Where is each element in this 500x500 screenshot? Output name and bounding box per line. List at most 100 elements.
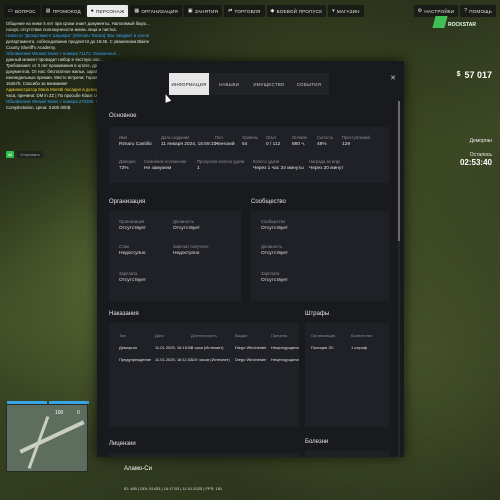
- field-online: Онлайн 880 ч.: [292, 135, 307, 147]
- pass-icon: ◆: [270, 8, 275, 14]
- column-header: Дата: [155, 333, 164, 338]
- table-cell: Diego Winchester: [235, 357, 267, 362]
- table-cell: 11.01.2025, 16:15:54: [155, 345, 193, 350]
- section-diseases-title: Болезни: [305, 439, 329, 445]
- field-crimes: Преступлений 129: [342, 135, 370, 147]
- field-experience: Опыт 0 / 112: [266, 135, 281, 147]
- logo-mark-icon: [432, 16, 448, 28]
- table-cell: Нецензурщина: [271, 345, 299, 350]
- field-level: Уровень 54: [242, 135, 259, 147]
- field-gender: Пол Женский: [215, 135, 235, 147]
- diseases-panel: [305, 451, 389, 457]
- dollar-icon: $: [456, 71, 461, 78]
- map-road: [19, 420, 85, 454]
- modal-content: Основное Имя Rimaru Castillo Дата создани…: [105, 101, 394, 457]
- street-name: Аламо-Си: [124, 466, 152, 472]
- field-org-salary: Зарплата Отсутствует: [119, 271, 146, 283]
- server-logo: ROCKSTAR: [432, 14, 476, 34]
- top-navigation: ▭ ВОПРОС ▤ ПРОМОКОД ● ПЕРСОНАЖ ▦ ОРГАНИЗАЦИЯ…: [4, 4, 496, 18]
- column-header: Причина: [271, 333, 288, 338]
- field-lucky-wheel: Колесо удачи Через 1 час 34 минуты: [253, 159, 304, 171]
- money-display: $ 57 017: [457, 70, 492, 80]
- user-icon: ●: [90, 8, 94, 14]
- field-marital-status: Семейное положение Не замужем: [144, 159, 187, 171]
- chat-input-bar: all Отправить: [6, 151, 43, 158]
- minimap-armor: 0: [77, 410, 80, 416]
- scrollbar-thumb[interactable]: [398, 101, 400, 241]
- table-cell: Деморган: [119, 345, 137, 350]
- map-road: [27, 416, 50, 469]
- column-header: Выдал: [235, 333, 248, 338]
- organization-panel: Организация Отсутствует Должность Отсутств…: [109, 211, 241, 301]
- field-org-position: Должность Отсутствует: [173, 219, 200, 231]
- location-label: Деморган: [469, 138, 492, 144]
- field-name: Имя Rimaru Castillo: [119, 135, 152, 147]
- table-cell: Предупреждение: [119, 357, 152, 362]
- remaining-time: 02:53:40: [459, 158, 492, 167]
- field-salaries-received: Зарплат получено Недоступно: [173, 244, 209, 256]
- punishments-panel: Тип Дата Длительность Выдал Причина Демо…: [109, 323, 299, 427]
- ticket-icon: ▤: [45, 8, 51, 14]
- nav-battle-pass[interactable]: ◆ БОЕВОЙ ПРОПУСК: [266, 5, 327, 17]
- section-licenses-title: Лицензии: [109, 441, 136, 447]
- tab-property[interactable]: ИМУЩЕСТВО: [249, 73, 289, 95]
- field-community: Сообщество Отсутствует: [261, 219, 288, 231]
- column-header: Длительность: [191, 333, 217, 338]
- modal-tabs: ИНФОРМАЦИЯ НАВЫКИ ИМУЩЕСТВО СОБЫТИЯ: [169, 73, 329, 95]
- nav-shop[interactable]: ▾ МАГАЗИН: [328, 5, 364, 17]
- character-modal: ✕ ИНФОРМАЦИЯ НАВЫКИ ИМУЩЕСТВО СОБЫТИЯ Ос…: [97, 61, 404, 457]
- field-wheel-passes: Пропусков колеса удачи 1: [197, 159, 245, 171]
- section-fines-title: Штрафы: [305, 311, 330, 317]
- chat-icon: ▭: [8, 8, 13, 14]
- minimap-health: 100: [55, 410, 64, 416]
- chat-channel-tag[interactable]: all: [6, 151, 15, 158]
- table-cell: 1 штраф: [351, 345, 368, 350]
- chat-input[interactable]: Отправить: [17, 151, 43, 158]
- status-line: ID: 465 | DDI: 51433 | 16:17:53 | 11.01.…: [124, 486, 223, 491]
- table-cell: 11.01.2025, 16:11:02: [155, 357, 193, 362]
- close-icon[interactable]: ✕: [390, 74, 396, 82]
- field-organization: Организация Отсутствует: [119, 219, 146, 231]
- nav-trade[interactable]: ⇄ ТОРГОВЛЯ: [224, 5, 265, 17]
- field-trust: Доверие 73%: [119, 159, 136, 171]
- building-icon: ▦: [134, 8, 140, 14]
- trade-icon: ⇄: [228, 8, 233, 14]
- nav-character[interactable]: ● ПЕРСОНАЖ: [86, 5, 129, 17]
- column-header: Организация: [311, 333, 336, 338]
- community-panel: Сообщество Отсутствует Должность Отсутству…: [251, 211, 389, 301]
- basic-panel: Имя Rimaru Castillo Дата создания 11 январ…: [109, 127, 389, 183]
- column-header: Тип: [119, 333, 126, 338]
- tab-skills[interactable]: НАВЫКИ: [209, 73, 249, 95]
- nav-activities[interactable]: ▣ ЗАНЯТИЯ: [183, 5, 223, 17]
- nav-question[interactable]: ▭ ВОПРОС: [4, 5, 40, 17]
- section-organization-title: Организация: [109, 199, 146, 205]
- money-amount: 57 017: [464, 70, 492, 80]
- cart-icon: ▾: [332, 8, 335, 14]
- gear-icon: ⚙: [417, 8, 423, 14]
- section-punishments-title: Наказания: [109, 311, 139, 317]
- fines-panel: Организация Количество Полиция ЛС 1 штра…: [305, 323, 389, 427]
- jail-timer: Деморган Осталось 02:53:40: [460, 138, 492, 167]
- table-cell: Diego Winchester: [235, 345, 267, 350]
- field-community-salary: Зарплата Отсутствует: [261, 271, 288, 283]
- field-community-position: Должность Отсутствует: [261, 244, 288, 256]
- tab-events[interactable]: СОБЫТИЯ: [289, 73, 329, 95]
- nav-organization[interactable]: ▦ ОРГАНИЗАЦИЯ: [130, 5, 182, 17]
- nav-promocode[interactable]: ▤ ПРОМОКОД: [41, 5, 85, 17]
- minimap: 100 0: [6, 401, 89, 472]
- section-basic-title: Основное: [109, 113, 137, 119]
- health-armor-bars: [7, 401, 89, 404]
- column-header: Количество: [351, 333, 373, 338]
- field-satiety: Сытость 48%: [317, 135, 334, 147]
- tab-information[interactable]: ИНФОРМАЦИЯ: [169, 73, 209, 95]
- table-cell: 3 часа (Истекает): [191, 345, 224, 350]
- table-cell: 119 часов (Истекает): [191, 357, 230, 362]
- field-created: Дата создания 11 января 2024, 18:59:10: [161, 135, 217, 147]
- section-community-title: Сообщество: [251, 199, 286, 205]
- licenses-panel: [109, 453, 299, 457]
- field-game-reward: Награда за игру Через 20 минут: [309, 159, 344, 171]
- modal-scrollbar[interactable]: [398, 101, 400, 457]
- table-cell: Полиция ЛС: [311, 345, 334, 350]
- briefcase-icon: ▣: [187, 8, 193, 14]
- field-tenure: Стаж Недоступно: [119, 244, 146, 256]
